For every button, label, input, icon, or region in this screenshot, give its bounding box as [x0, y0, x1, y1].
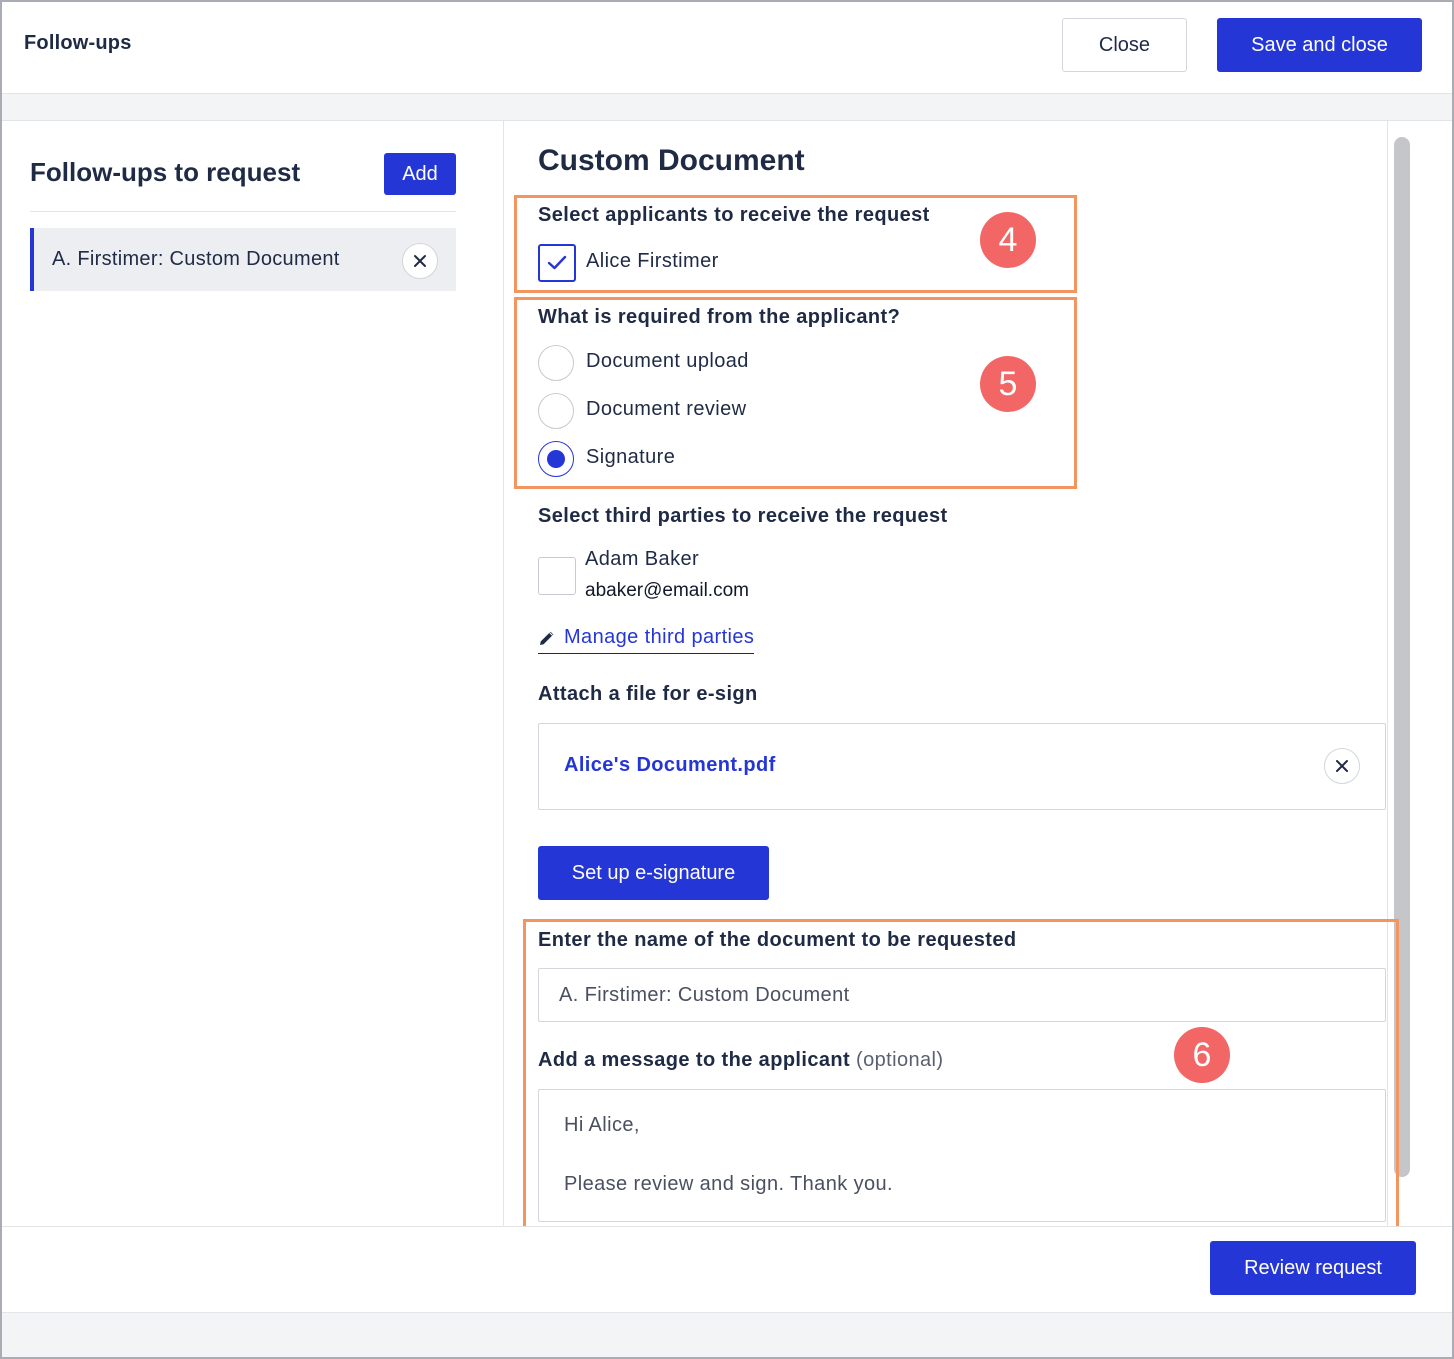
- sidebar-divider: [30, 211, 456, 212]
- page-title: Follow-ups: [24, 32, 132, 54]
- sidebar-item-label: A. Firstimer: Custom Document: [52, 248, 340, 270]
- setup-esignature-button[interactable]: Set up e-signature: [538, 846, 769, 900]
- third-party-email: abaker@email.com: [585, 580, 749, 601]
- footer-bar: Review request: [2, 1226, 1452, 1312]
- manage-third-parties-label: Manage third parties: [564, 626, 755, 648]
- third-parties-label: Select third parties to receive the requ…: [538, 505, 948, 527]
- sidebar-item-custom-document[interactable]: A. Firstimer: Custom Document: [30, 228, 456, 291]
- close-icon: [414, 255, 426, 267]
- close-icon: [1336, 760, 1348, 772]
- close-button[interactable]: Close: [1062, 18, 1187, 72]
- sidebar-title: Follow-ups to request: [30, 157, 301, 187]
- header-divider-strip: [2, 94, 1452, 121]
- third-party-name: Adam Baker: [585, 548, 700, 570]
- header-bar: Follow-ups Close Save and close: [2, 2, 1452, 94]
- annotation-badge-4: 4: [980, 212, 1036, 268]
- attach-file-label: Attach a file for e-sign: [538, 683, 758, 705]
- followups-sidebar: Follow-ups to request Add A. Firstimer: …: [2, 121, 504, 1226]
- remove-followup-button[interactable]: [402, 243, 438, 279]
- annotation-badge-5: 5: [980, 356, 1036, 412]
- manage-third-parties-link[interactable]: Manage third parties: [538, 626, 755, 654]
- annotation-badge-6: 6: [1174, 1027, 1230, 1083]
- attached-file-link[interactable]: Alice's Document.pdf: [564, 754, 776, 777]
- review-request-button[interactable]: Review request: [1210, 1241, 1416, 1295]
- remove-file-button[interactable]: [1324, 748, 1360, 784]
- section-title: Custom Document: [538, 144, 805, 177]
- save-and-close-button[interactable]: Save and close: [1217, 18, 1422, 72]
- third-party-checkbox-adam[interactable]: [538, 557, 576, 595]
- bottom-strip: [2, 1312, 1452, 1357]
- annotation-box-6: [523, 919, 1399, 1232]
- add-followup-button[interactable]: Add: [384, 153, 456, 195]
- attached-file-card: Alice's Document.pdf: [538, 723, 1386, 810]
- pencil-icon: [540, 631, 554, 645]
